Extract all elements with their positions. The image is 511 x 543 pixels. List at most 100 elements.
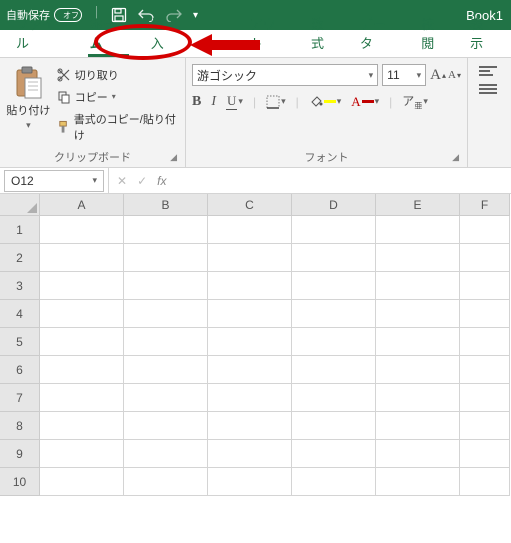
fx-icon[interactable]: fx (157, 174, 166, 188)
cell[interactable] (376, 216, 460, 244)
cell[interactable] (376, 384, 460, 412)
cell[interactable] (292, 412, 376, 440)
cell[interactable] (292, 272, 376, 300)
cell[interactable] (40, 384, 124, 412)
row-header[interactable]: 7 (0, 384, 40, 412)
cell[interactable] (292, 216, 376, 244)
cell[interactable] (292, 328, 376, 356)
cell[interactable] (208, 300, 292, 328)
cell[interactable] (460, 328, 510, 356)
cell[interactable] (124, 356, 208, 384)
cell[interactable] (40, 328, 124, 356)
cell[interactable] (376, 272, 460, 300)
copy-button[interactable]: コピー ▾ (57, 89, 179, 105)
cell[interactable] (124, 216, 208, 244)
cell[interactable] (460, 244, 510, 272)
cell[interactable] (208, 328, 292, 356)
cell[interactable] (208, 244, 292, 272)
underline-button[interactable]: U▾ (226, 93, 243, 110)
font-name-select[interactable]: 游ゴシック ▾ (192, 64, 378, 86)
cell[interactable] (124, 384, 208, 412)
row-header[interactable]: 8 (0, 412, 40, 440)
cell[interactable] (124, 244, 208, 272)
cell[interactable] (124, 468, 208, 496)
decrease-font-button[interactable]: A▾ (448, 67, 461, 84)
cell[interactable] (208, 440, 292, 468)
phonetic-guide-button[interactable]: ア亜▾ (402, 92, 428, 111)
align-left-button[interactable] (479, 84, 497, 94)
row-header[interactable]: 5 (0, 328, 40, 356)
row-header[interactable]: 1 (0, 216, 40, 244)
cell[interactable] (208, 356, 292, 384)
cell[interactable] (292, 244, 376, 272)
cell[interactable] (292, 384, 376, 412)
tab-formulas[interactable]: 数式 (301, 9, 346, 57)
cell[interactable] (40, 272, 124, 300)
enter-icon[interactable]: ✓ (137, 174, 147, 188)
cell[interactable] (40, 300, 124, 328)
column-header[interactable]: B (124, 194, 208, 216)
name-box[interactable]: O12 ▾ (4, 170, 104, 192)
cell[interactable] (460, 300, 510, 328)
cell[interactable] (40, 216, 124, 244)
tab-view[interactable]: 表示 (460, 9, 505, 57)
tab-data[interactable]: データ (350, 9, 407, 57)
cell[interactable] (40, 356, 124, 384)
cell[interactable] (376, 356, 460, 384)
font-color-button[interactable]: A ▾ (351, 94, 379, 110)
cell[interactable] (40, 468, 124, 496)
cell[interactable] (124, 412, 208, 440)
cell[interactable] (292, 440, 376, 468)
tab-file[interactable]: ファイル (6, 9, 76, 57)
cell[interactable] (292, 356, 376, 384)
cell[interactable] (376, 412, 460, 440)
row-header[interactable]: 9 (0, 440, 40, 468)
cell[interactable] (124, 272, 208, 300)
column-header[interactable]: C (208, 194, 292, 216)
cell[interactable] (460, 272, 510, 300)
font-size-select[interactable]: 11 ▾ (382, 64, 426, 86)
column-header[interactable]: A (40, 194, 124, 216)
cell[interactable] (40, 412, 124, 440)
cell[interactable] (460, 356, 510, 384)
cell[interactable] (208, 216, 292, 244)
cell[interactable] (208, 412, 292, 440)
cell[interactable] (40, 244, 124, 272)
increase-font-button[interactable]: A▴ (430, 67, 446, 84)
formula-input[interactable] (174, 170, 511, 192)
cell[interactable] (460, 384, 510, 412)
cell[interactable] (208, 384, 292, 412)
paste-button[interactable]: 貼り付け ▾ (6, 62, 51, 147)
cut-button[interactable]: 切り取り (57, 67, 179, 83)
column-header[interactable]: D (292, 194, 376, 216)
cell[interactable] (124, 440, 208, 468)
select-all-corner[interactable] (0, 194, 40, 216)
cell[interactable] (376, 328, 460, 356)
dialog-launcher-icon[interactable]: ◢ (170, 152, 177, 163)
cancel-icon[interactable]: ✕ (117, 174, 127, 188)
cell[interactable] (460, 412, 510, 440)
cell[interactable] (208, 468, 292, 496)
column-header[interactable]: E (376, 194, 460, 216)
tab-home[interactable]: ホーム (80, 9, 137, 57)
cell[interactable] (292, 300, 376, 328)
tab-pagelayout[interactable]: アウト (240, 9, 297, 57)
row-header[interactable]: 10 (0, 468, 40, 496)
cell[interactable] (292, 468, 376, 496)
italic-button[interactable]: I (211, 94, 216, 110)
column-header[interactable]: F (460, 194, 510, 216)
fill-color-button[interactable]: ▾ (309, 95, 342, 109)
cell[interactable] (460, 216, 510, 244)
cell[interactable] (124, 300, 208, 328)
dialog-launcher-icon[interactable]: ◢ (452, 152, 459, 163)
row-header[interactable]: 3 (0, 272, 40, 300)
tab-review[interactable]: 校閲 (411, 9, 456, 57)
cell[interactable] (124, 328, 208, 356)
row-header[interactable]: 4 (0, 300, 40, 328)
qat-customize-icon[interactable]: ▾ (193, 10, 198, 21)
cell[interactable] (376, 300, 460, 328)
bold-button[interactable]: B (192, 94, 201, 110)
align-top-button[interactable] (479, 66, 497, 76)
cell[interactable] (460, 468, 510, 496)
format-painter-button[interactable]: 書式のコピー/貼り付け (57, 111, 179, 143)
